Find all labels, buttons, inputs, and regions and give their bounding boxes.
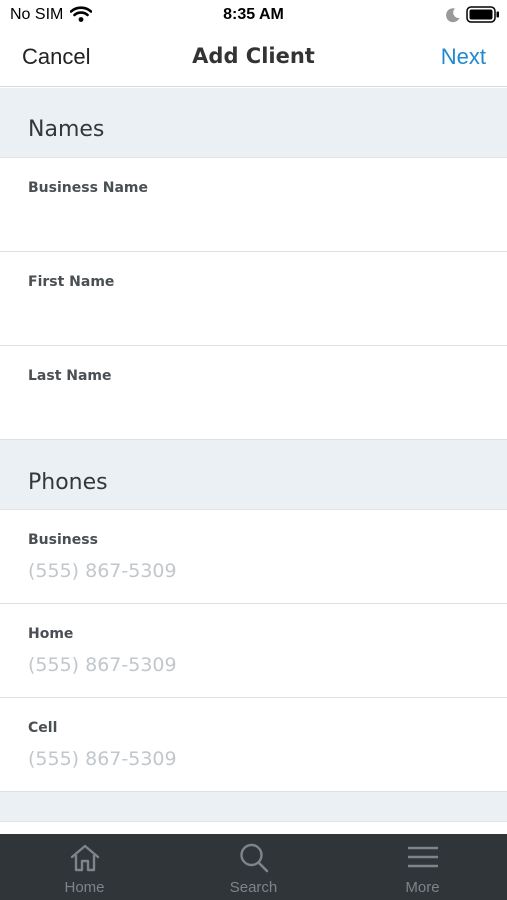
tab-label: More	[405, 879, 440, 896]
cell-phone-field[interactable]: Cell	[0, 698, 507, 792]
section-header-names: Names	[0, 88, 507, 158]
business-name-field[interactable]: Business Name	[0, 158, 507, 252]
first-name-input[interactable]	[28, 298, 478, 328]
next-button[interactable]: Next	[441, 44, 486, 70]
field-label: Cell	[28, 720, 58, 736]
section-header-phones: Phones	[0, 440, 507, 510]
status-bar: No SIM 8:35 AM	[0, 0, 507, 30]
battery-icon	[466, 6, 499, 23]
home-phone-field[interactable]: Home	[0, 604, 507, 698]
section-title: Phones	[28, 470, 108, 495]
status-time: 8:35 AM	[223, 6, 284, 23]
search-icon	[240, 843, 269, 873]
page-title: Add Client	[192, 44, 315, 68]
cell-phone-input[interactable]	[28, 744, 478, 774]
business-phone-input[interactable]	[28, 556, 478, 586]
menu-icon	[408, 846, 438, 868]
tab-label: Search	[229, 879, 278, 896]
navigation-bar: Cancel Add Client Next	[0, 30, 507, 87]
section-title: Names	[28, 117, 105, 142]
home-phone-input[interactable]	[28, 650, 478, 680]
business-name-input[interactable]	[28, 204, 478, 234]
last-name-input[interactable]	[28, 392, 478, 422]
tab-label: Home	[64, 879, 105, 896]
moon-icon	[446, 8, 460, 23]
first-name-field[interactable]: First Name	[0, 252, 507, 346]
business-phone-field[interactable]: Business	[0, 510, 507, 604]
field-label: Business Name	[28, 180, 149, 196]
home-icon	[70, 844, 100, 872]
tab-more[interactable]: More	[338, 834, 507, 900]
tab-search[interactable]: Search	[169, 834, 338, 900]
tab-home[interactable]: Home	[0, 834, 169, 900]
tab-bar: Home Search More	[0, 834, 507, 900]
section-header-next	[0, 792, 507, 822]
field-label: Home	[28, 626, 74, 642]
last-name-field[interactable]: Last Name	[0, 346, 507, 440]
field-label: Last Name	[28, 368, 112, 384]
field-label: Business	[28, 532, 98, 548]
field-label: First Name	[28, 274, 115, 290]
